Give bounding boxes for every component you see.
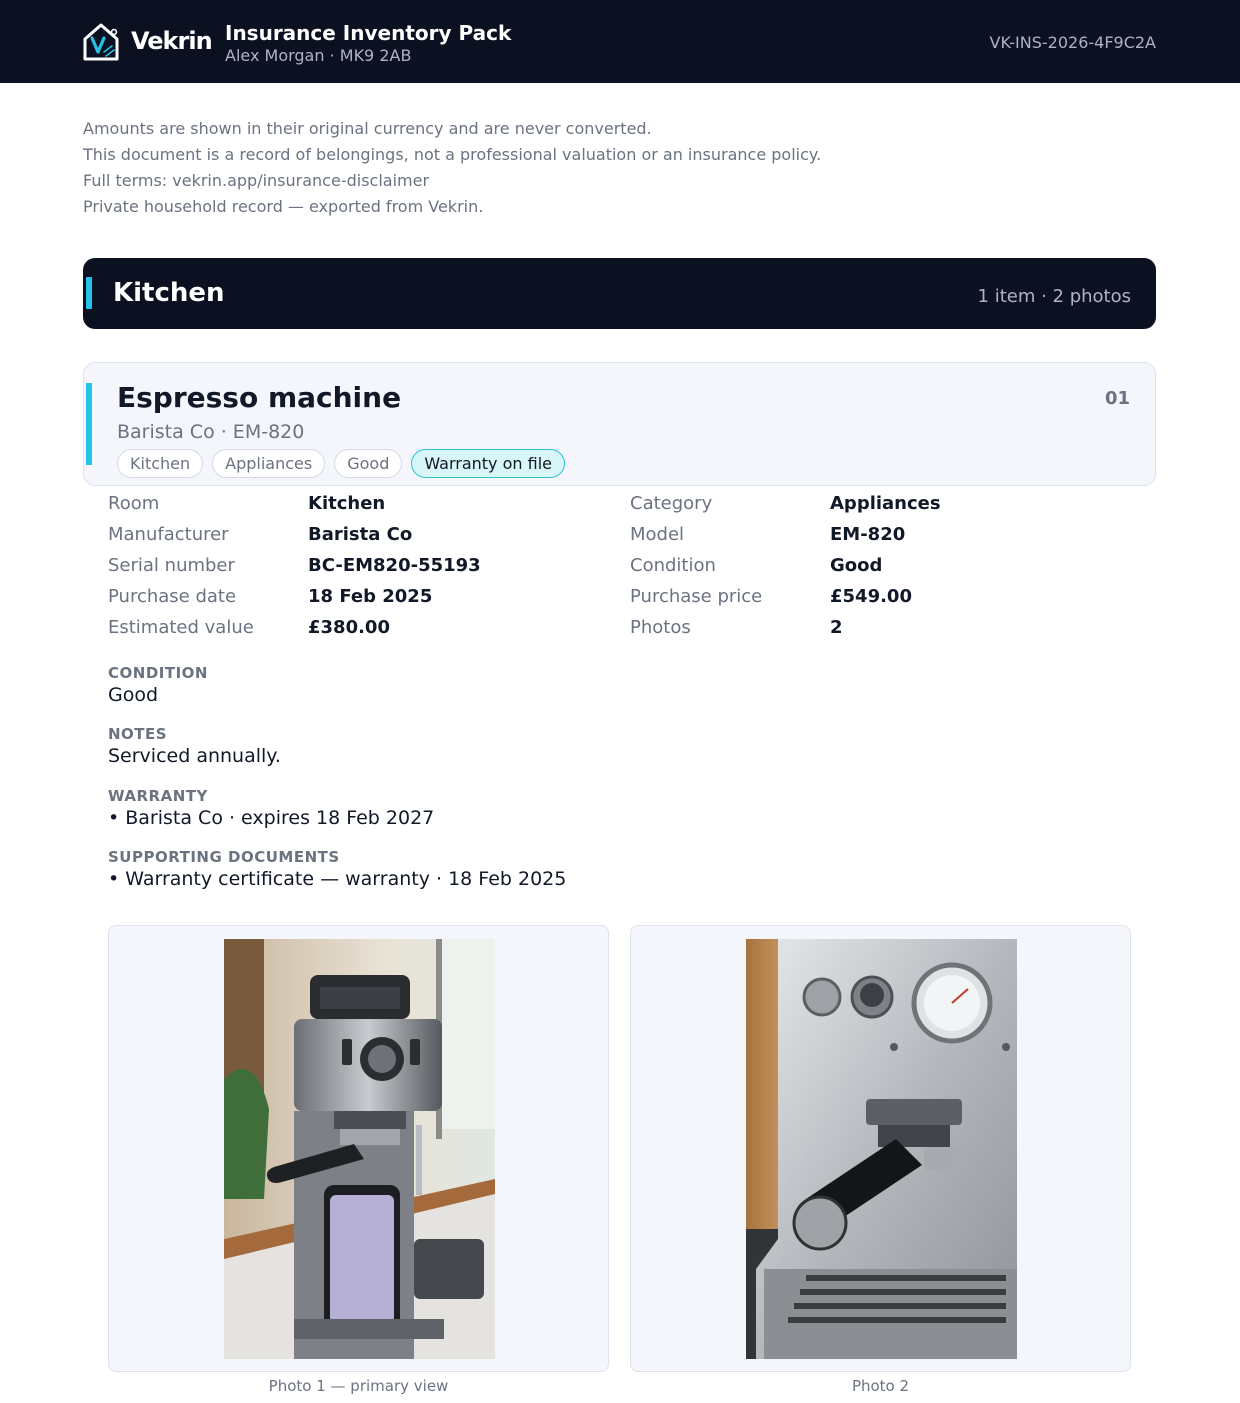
detail-row: £549.00 [830,584,912,610]
section-body: Good [108,684,159,706]
detail-row: Barista Co [308,522,412,548]
detail-row: Manufacturer [108,522,229,548]
room-accent-bar [86,277,92,309]
disclaimer-line: This document is a record of belongings,… [83,145,822,164]
detail-label: Estimated value [108,617,254,638]
notes-section: NOTES Serviced annually. [108,725,281,767]
item-tags: Kitchen Appliances Good Warranty on file [117,449,565,478]
document-header: Vekrin Insurance Inventory Pack Alex Mor… [0,0,1240,83]
detail-row: Photos [630,615,691,641]
detail-row: £380.00 [308,615,390,641]
condition-section: CONDITION Good [108,664,208,706]
detail-label: Manufacturer [108,524,229,545]
section-body: • Warranty certificate — warranty · 18 F… [108,868,567,890]
detail-row: Category [630,491,712,517]
espresso-machine-photo-closeup [746,939,1017,1359]
tag-condition: Good [334,449,403,478]
photo-caption-1: Photo 1 — primary view [268,1377,449,1395]
photo-card-2 [630,925,1131,1372]
detail-label: Photos [630,617,691,638]
tag-warranty: Warranty on file [411,449,565,478]
detail-label: Purchase date [108,586,237,607]
detail-label: Room [108,493,160,514]
detail-label: Condition [630,555,716,576]
detail-label: Purchase price [630,586,763,607]
brand-name: Vekrin [131,27,213,55]
warranty-section: WARRANTY • Barista Co · expires 18 Feb 2… [108,787,434,829]
room-header: Kitchen 1 item · 2 photos [83,258,1156,329]
detail-value: BC-EM820-55193 [308,555,481,576]
detail-row: 2 [830,615,843,641]
detail-value: £549.00 [830,586,912,607]
detail-row: Model [630,522,684,548]
detail-value: 18 Feb 2025 [308,586,433,607]
section-body: Serviced annually. [108,745,281,767]
document-subtitle: Alex Morgan · MK9 2AB [225,46,412,65]
detail-row: Serial number [108,553,235,579]
item-accent-bar [86,383,92,465]
item-name: Espresso machine [117,381,402,414]
document-title: Insurance Inventory Pack [225,21,512,45]
disclaimer-line: Private household record — exported from… [83,197,484,216]
detail-value: 2 [830,617,843,638]
detail-label: Model [630,524,685,545]
detail-row: Room [108,491,159,517]
detail-row: Kitchen [308,491,385,517]
espresso-machine-photo-primary [224,939,495,1359]
detail-label: Category [630,493,713,514]
tag-room: Kitchen [117,449,204,478]
detail-value: Appliances [830,493,941,514]
item-card: Espresso machine Barista Co · EM-820 01 … [83,362,1156,486]
detail-row: Purchase price [630,584,762,610]
disclaimer: Amounts are shown in their original curr… [83,116,1163,220]
detail-value: EM-820 [830,524,906,545]
detail-value: Kitchen [308,493,386,514]
detail-row: Purchase date [108,584,236,610]
detail-row: BC-EM820-55193 [308,553,481,579]
detail-row: EM-820 [830,522,905,548]
detail-value: Barista Co [308,524,413,545]
section-heading: CONDITION [108,664,208,682]
detail-label: Serial number [108,555,235,576]
room-name: Kitchen [113,278,225,308]
disclaimer-line: Amounts are shown in their original curr… [83,119,652,138]
disclaimer-line: Full terms: vekrin.app/insurance-disclai… [83,171,430,190]
item-subtitle: Barista Co · EM-820 [117,421,305,443]
vekrin-logo-icon [83,23,119,61]
item-number: 01 [1104,388,1130,409]
detail-row: Appliances [830,491,941,517]
room-item-count: 1 item · 2 photos [977,286,1131,307]
section-heading: NOTES [108,725,168,743]
detail-row: Condition [630,553,716,579]
tag-category: Appliances [212,449,326,478]
detail-value: Good [830,555,883,576]
detail-value: £380.00 [308,617,390,638]
photo-caption-2: Photo 2 [851,1377,910,1395]
section-heading: WARRANTY [108,787,208,805]
detail-row: Good [830,553,882,579]
supporting-documents-section: SUPPORTING DOCUMENTS • Warranty certific… [108,848,566,890]
photo-card-1 [108,925,609,1372]
detail-row: 18 Feb 2025 [308,584,432,610]
document-reference: VK-INS-2026-4F9C2A [989,33,1157,52]
section-body: • Barista Co · expires 18 Feb 2027 [108,807,435,829]
section-heading: SUPPORTING DOCUMENTS [108,848,340,866]
detail-row: Estimated value [108,615,254,641]
